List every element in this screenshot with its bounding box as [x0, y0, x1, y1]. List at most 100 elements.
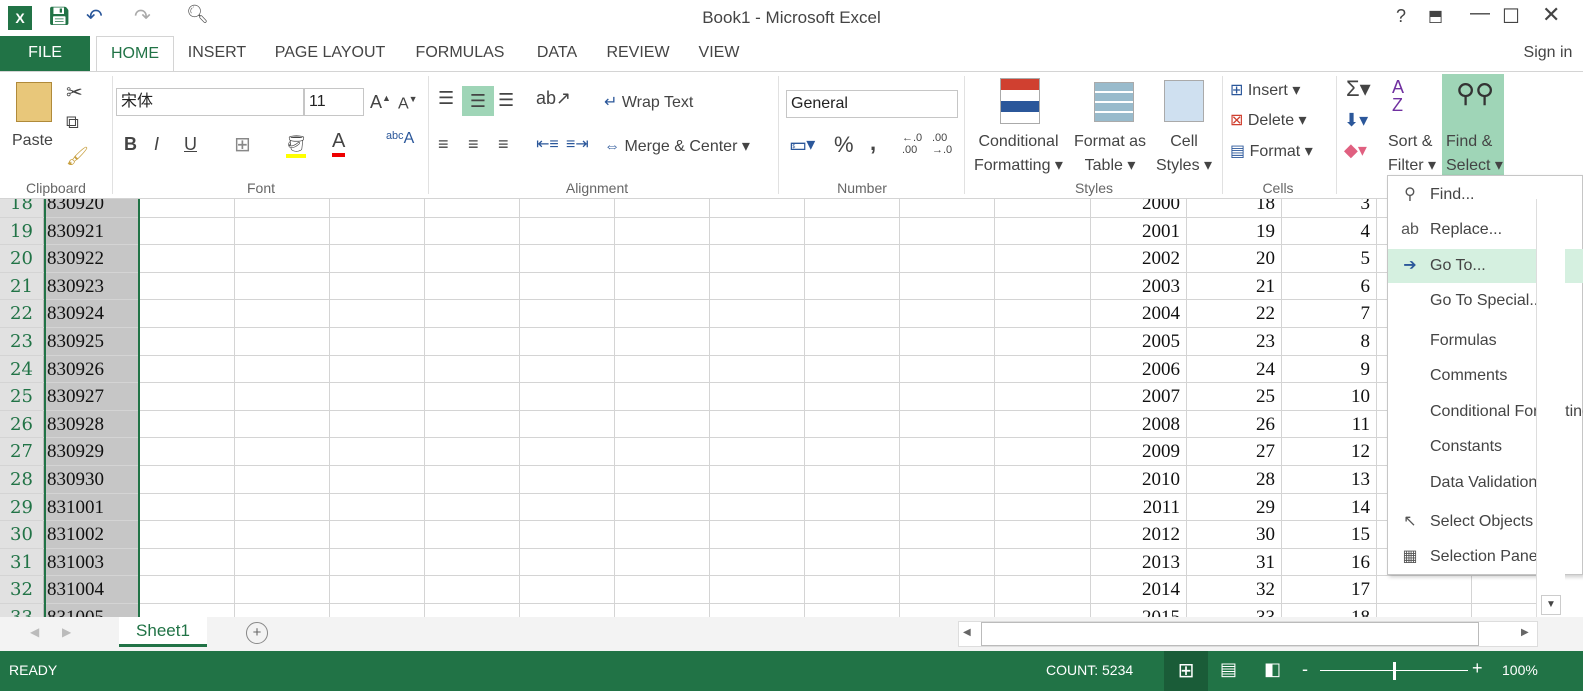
row-header[interactable]: 27 — [0, 438, 44, 465]
sheet-tab-sheet1[interactable]: Sheet1 — [119, 617, 207, 647]
cell-k[interactable]: 2005 — [1090, 328, 1186, 355]
help-button[interactable]: ? — [1396, 6, 1406, 27]
borders-icon[interactable]: ⊞ — [234, 132, 251, 157]
cell-k[interactable]: 2002 — [1090, 245, 1186, 272]
zoom-level[interactable]: 100% — [1502, 662, 1538, 678]
row-header[interactable]: 25 — [0, 383, 44, 410]
cell-m[interactable]: 14 — [1281, 494, 1376, 521]
cell-k[interactable]: 2015 — [1090, 604, 1186, 617]
cell-m[interactable]: 16 — [1281, 549, 1376, 576]
cell-m[interactable]: 12 — [1281, 438, 1376, 465]
cell-l[interactable]: 19 — [1186, 218, 1281, 245]
percent-button[interactable]: % — [834, 132, 854, 158]
next-sheet-icon[interactable]: ▶ — [62, 625, 71, 639]
format-as-table-button[interactable]: Format as Table ▾ — [1074, 130, 1146, 178]
italic-button[interactable]: I — [154, 134, 159, 155]
horizontal-scroll-thumb[interactable] — [981, 622, 1479, 646]
zoom-out-button[interactable]: - — [1302, 659, 1308, 680]
cell-l[interactable]: 18 — [1186, 199, 1281, 217]
cell-k[interactable]: 2001 — [1090, 218, 1186, 245]
tab-insert[interactable]: INSERT — [186, 36, 248, 72]
phonetic-icon[interactable]: ᵃᵇᶜA — [386, 130, 414, 148]
comma-button[interactable]: , — [870, 130, 876, 156]
row-header[interactable]: 21 — [0, 272, 44, 300]
zoom-in-button[interactable]: + — [1472, 658, 1483, 679]
increase-indent-icon[interactable]: ≡⇥ — [566, 134, 589, 154]
orientation-icon[interactable]: ab↗ — [536, 88, 571, 109]
find-select-button[interactable]: ⚲⚲ Find & Select ▾ — [1442, 74, 1504, 178]
sort-filter-button[interactable]: Sort & Filter ▾ — [1388, 130, 1436, 178]
insert-cells-button[interactable]: ⊞ Insert ▾ — [1230, 80, 1300, 100]
cell-k[interactable]: 2011 — [1090, 494, 1186, 521]
page-layout-view-icon[interactable]: ▤ — [1220, 659, 1237, 680]
font-name-select[interactable]: 宋体 — [116, 88, 304, 116]
cell-k[interactable]: 2004 — [1090, 300, 1186, 327]
underline-button[interactable]: U — [184, 134, 197, 155]
page-break-view-icon[interactable]: ◧ — [1264, 659, 1281, 680]
cell-m[interactable]: 9 — [1281, 356, 1376, 383]
row-header[interactable]: 23 — [0, 328, 44, 355]
close-button[interactable]: ✕ — [1542, 2, 1560, 28]
cell-l[interactable]: 21 — [1186, 273, 1281, 300]
cell-l[interactable]: 30 — [1186, 521, 1281, 548]
row-header[interactable]: 20 — [0, 245, 44, 272]
cut-icon[interactable]: ✂ — [66, 80, 83, 105]
accounting-icon[interactable]: 💵︎▾ — [790, 134, 815, 155]
tab-home[interactable]: HOME — [96, 36, 174, 72]
fill-color-icon[interactable]: 🪣︎ — [286, 134, 307, 158]
cell-k[interactable]: 2007 — [1090, 383, 1186, 410]
cell-l[interactable]: 26 — [1186, 411, 1281, 438]
decrease-decimal-icon[interactable]: .00 →.0 — [932, 132, 952, 156]
ribbon-display-icon[interactable]: ⬒ — [1428, 6, 1443, 26]
tab-data[interactable]: DATA — [530, 36, 584, 72]
cell-m[interactable]: 7 — [1281, 300, 1376, 327]
align-middle-icon[interactable]: ☰ — [462, 86, 494, 116]
align-top-icon[interactable]: ☰ — [438, 88, 454, 109]
cell-l[interactable]: 24 — [1186, 356, 1281, 383]
sign-in-link[interactable]: Sign in — [1508, 36, 1583, 72]
format-painter-icon[interactable]: 🖌︎ — [66, 146, 89, 167]
cell-m[interactable]: 17 — [1281, 576, 1376, 603]
scroll-down-arrow[interactable]: ▼ — [1541, 595, 1561, 615]
clear-icon[interactable]: ◆▾ — [1344, 140, 1367, 161]
cell-m[interactable]: 3 — [1281, 199, 1376, 217]
cell-m[interactable]: 4 — [1281, 218, 1376, 245]
cell-l[interactable]: 27 — [1186, 438, 1281, 465]
align-center-icon[interactable]: ≡ — [468, 134, 479, 155]
cell-l[interactable]: 20 — [1186, 245, 1281, 272]
cell-l[interactable]: 32 — [1186, 576, 1281, 603]
cell-m[interactable]: 5 — [1281, 245, 1376, 272]
new-sheet-button[interactable]: + — [246, 622, 268, 644]
normal-view-icon[interactable]: ⊞ — [1164, 651, 1208, 691]
row-header[interactable]: 22 — [0, 300, 44, 327]
row-header[interactable]: 18 — [0, 199, 44, 217]
cell-k[interactable]: 2013 — [1090, 549, 1186, 576]
font-color-icon[interactable]: A — [332, 130, 346, 157]
row-header[interactable]: 31 — [0, 548, 44, 576]
cell-l[interactable]: 23 — [1186, 328, 1281, 355]
number-format-select[interactable]: General — [786, 90, 958, 118]
cell-l[interactable]: 29 — [1186, 494, 1281, 521]
row-header[interactable]: 33 — [0, 604, 44, 617]
decrease-font-icon[interactable]: A▼ — [398, 94, 418, 113]
paste-icon[interactable] — [16, 82, 52, 122]
zoom-slider-thumb[interactable] — [1393, 662, 1396, 680]
row-header[interactable]: 28 — [0, 466, 44, 493]
cell-k[interactable]: 2008 — [1090, 411, 1186, 438]
cell-m[interactable]: 6 — [1281, 273, 1376, 300]
row-header[interactable]: 30 — [0, 521, 44, 548]
tab-page-layout[interactable]: PAGE LAYOUT — [270, 36, 390, 72]
cell-m[interactable]: 8 — [1281, 328, 1376, 355]
align-left-icon[interactable]: ≡ — [438, 134, 449, 155]
cell-m[interactable]: 18 — [1281, 604, 1376, 617]
format-cells-button[interactable]: ▤ Format ▾ — [1230, 141, 1313, 161]
cell-k[interactable]: 2010 — [1090, 466, 1186, 493]
cell-l[interactable]: 22 — [1186, 300, 1281, 327]
cell-m[interactable]: 15 — [1281, 521, 1376, 548]
minimize-button[interactable]: — — [1470, 2, 1490, 25]
align-right-icon[interactable]: ≡ — [498, 134, 509, 155]
paste-button[interactable]: Paste — [12, 132, 53, 150]
tab-view[interactable]: VIEW — [694, 36, 744, 72]
cell-k[interactable]: 2012 — [1090, 521, 1186, 548]
cell-k[interactable]: 2003 — [1090, 273, 1186, 300]
